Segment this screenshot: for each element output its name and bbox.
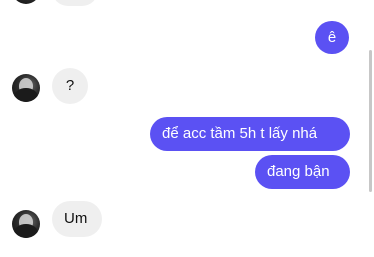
scrollbar[interactable] — [369, 50, 372, 192]
incoming-message-bubble[interactable] — [52, 0, 98, 6]
outgoing-message-bubble[interactable]: đang bận — [255, 155, 350, 189]
contact-avatar[interactable] — [12, 0, 40, 4]
incoming-message-bubble[interactable]: ? — [52, 68, 88, 104]
message-text: ? — [65, 77, 75, 94]
outgoing-message-bubble[interactable]: ê — [315, 21, 349, 54]
message-text: ê — [327, 29, 337, 46]
contact-avatar[interactable] — [12, 210, 40, 238]
contact-avatar[interactable] — [12, 74, 40, 102]
message-text: để acc tầm 5h t lấy nhá — [162, 125, 318, 142]
message-text: đang bận — [267, 163, 330, 180]
incoming-message-bubble[interactable]: Um — [52, 201, 102, 237]
message-thread[interactable]: ê ? để acc tầm 5h t lấy nhá đang bận Um — [0, 0, 374, 257]
message-text: Um — [64, 210, 88, 227]
outgoing-message-bubble[interactable]: để acc tầm 5h t lấy nhá — [150, 117, 350, 151]
